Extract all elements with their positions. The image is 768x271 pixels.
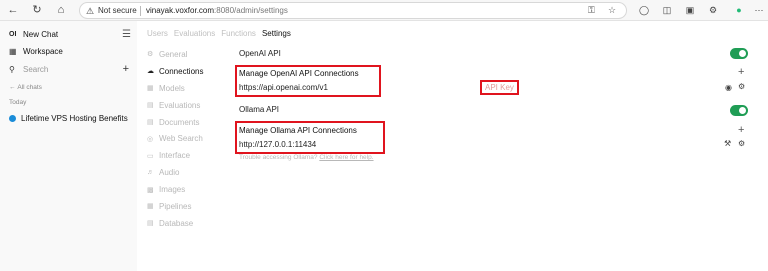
workspace-label: Workspace (23, 47, 63, 56)
chat-title: Lifetime VPS Hosting Benefits (21, 114, 128, 123)
ollama-url-field[interactable]: http://127.0.0.1:11434 (239, 140, 316, 149)
favorite-star-icon[interactable]: ☆ (608, 5, 616, 16)
nav-label: Models (159, 83, 185, 93)
workspace-icon: ▦ (9, 47, 17, 56)
nav-connections[interactable]: ☁ Connections (147, 63, 227, 80)
compose-icon[interactable]: ☰ (122, 29, 131, 40)
openai-api-key-input[interactable]: API Key (480, 80, 519, 95)
ollama-help-text: Trouble accessing Ollama? Click here for… (239, 154, 374, 161)
settings-nav: ⚙ General ☁ Connections ▦ Models ▤ Evaluatio… (147, 46, 227, 232)
nav-models[interactable]: ▦ Models (147, 80, 227, 97)
all-chats-label: All chats (17, 84, 42, 91)
tab-evaluations[interactable]: Evaluations (174, 29, 215, 38)
show-key-eye-icon[interactable]: ◉ (725, 84, 732, 92)
nav-interface[interactable]: ▭ Interface (147, 147, 227, 164)
sync-icon[interactable]: ◯ (637, 3, 651, 17)
openai-settings-gear-icon[interactable]: ⚙ (738, 83, 745, 91)
back-icon[interactable]: ← (6, 3, 20, 17)
gear-icon: ⚙ (147, 51, 154, 59)
sidebar: OI New Chat ☰ ▦ Workspace ⚲ Search + ← A… (0, 21, 137, 271)
add-ollama-connection-icon[interactable]: + (738, 125, 744, 136)
ollama-toggle[interactable] (730, 105, 748, 116)
today-heading: Today (9, 99, 26, 106)
today-label: Today (9, 99, 27, 106)
nav-documents[interactable]: ▤ Documents (147, 114, 227, 131)
collections-icon[interactable]: ▣ (683, 3, 697, 17)
browser-toolbar: ← ↻ ⌂ ⚠ Not secure vinayak.voxfor.com:80… (0, 0, 768, 21)
help-link[interactable]: Click here for help. (319, 154, 373, 161)
search-icon: ⚲ (9, 65, 15, 74)
cloud-icon: ☁ (147, 68, 154, 76)
speaker-icon: ♬ (147, 169, 154, 177)
nav-label: General (159, 49, 188, 59)
ollama-api-title: Ollama API (239, 105, 280, 114)
url-text[interactable]: vinayak.voxfor.com:8080/admin/settings (146, 6, 288, 15)
nav-label: Evaluations (159, 100, 201, 110)
monitor-icon: ▭ (147, 152, 154, 160)
nav-label: Pipelines (159, 201, 192, 211)
password-key-icon[interactable]: ⚿ (588, 5, 595, 16)
nav-label: Audio (159, 168, 180, 178)
tab-users[interactable]: Users (147, 29, 168, 38)
nav-images[interactable]: ▩ Images (147, 181, 227, 198)
sidebar-search[interactable]: ⚲ Search + (9, 63, 129, 75)
new-chat-button[interactable]: OI New Chat ☰ (9, 29, 131, 40)
chat-list-item[interactable]: Lifetime VPS Hosting Benefits (9, 114, 128, 123)
app-logo: OI (9, 31, 17, 38)
address-separator (140, 6, 141, 16)
ollama-settings-gear-icon[interactable]: ⚙ (738, 140, 745, 148)
nav-label: Interface (159, 151, 191, 161)
openai-url-field[interactable]: https://api.openai.com/v1 (239, 83, 328, 92)
globe-icon: ◎ (147, 135, 154, 143)
image-icon: ▩ (147, 186, 154, 194)
url-host: vinayak.voxfor.com (146, 6, 215, 15)
home-icon[interactable]: ⌂ (54, 3, 68, 17)
admin-tabs: Users Evaluations Functions Settings (147, 29, 291, 38)
workspace-button[interactable]: ▦ Workspace (9, 47, 63, 56)
add-openai-connection-icon[interactable]: + (738, 67, 744, 78)
database-icon: ▤ (147, 220, 154, 228)
nav-label: Images (159, 185, 186, 195)
nav-database[interactable]: ▤ Database (147, 215, 227, 232)
wrench-icon[interactable]: ⚒ (724, 140, 731, 148)
extensions-icon[interactable]: ⚙ (706, 3, 720, 17)
address-bar[interactable]: ⚠ Not secure vinayak.voxfor.com:8080/adm… (79, 2, 627, 19)
pipeline-icon: ▦ (147, 203, 154, 211)
document-icon: ▤ (147, 119, 154, 126)
split-screen-icon[interactable]: ◫ (660, 3, 674, 17)
warning-icon: ⚠ (86, 6, 95, 16)
url-path: :8080/admin/settings (214, 6, 288, 15)
nav-label: Web Search (159, 134, 203, 144)
new-chat-label: New Chat (23, 30, 59, 39)
tab-functions[interactable]: Functions (221, 29, 256, 38)
add-icon[interactable]: + (123, 63, 129, 75)
nav-label: Connections (159, 66, 204, 76)
security-label: Not secure (98, 6, 137, 15)
document-icon: ▤ (147, 102, 154, 110)
all-chats-link[interactable]: ← All chats (9, 84, 42, 91)
openai-toggle[interactable] (730, 48, 748, 59)
ollama-manage-label: Manage Ollama API Connections (239, 126, 357, 135)
nav-label: Documents (159, 117, 200, 127)
search-input[interactable]: Search (23, 65, 48, 74)
refresh-icon[interactable]: ↻ (30, 3, 44, 17)
nav-audio[interactable]: ♬ Audio (147, 164, 227, 181)
tab-settings[interactable]: Settings (262, 29, 291, 38)
openai-api-title: OpenAI API (239, 49, 281, 58)
chat-dot-icon (9, 115, 16, 122)
nav-web-search[interactable]: ◎ Web Search (147, 130, 227, 147)
profile-icon[interactable]: ● (732, 3, 746, 17)
nav-general[interactable]: ⚙ General (147, 46, 227, 63)
nav-label: Database (159, 218, 194, 228)
openai-manage-label: Manage OpenAI API Connections (239, 69, 359, 78)
nav-pipelines[interactable]: ▦ Pipelines (147, 198, 227, 215)
models-icon: ▦ (147, 85, 154, 93)
more-menu-icon[interactable]: ⋯ (752, 3, 766, 17)
back-arrow-icon: ← (9, 84, 18, 91)
nav-evaluations[interactable]: ▤ Evaluations (147, 97, 227, 114)
help-text: Trouble accessing Ollama? (239, 154, 318, 161)
